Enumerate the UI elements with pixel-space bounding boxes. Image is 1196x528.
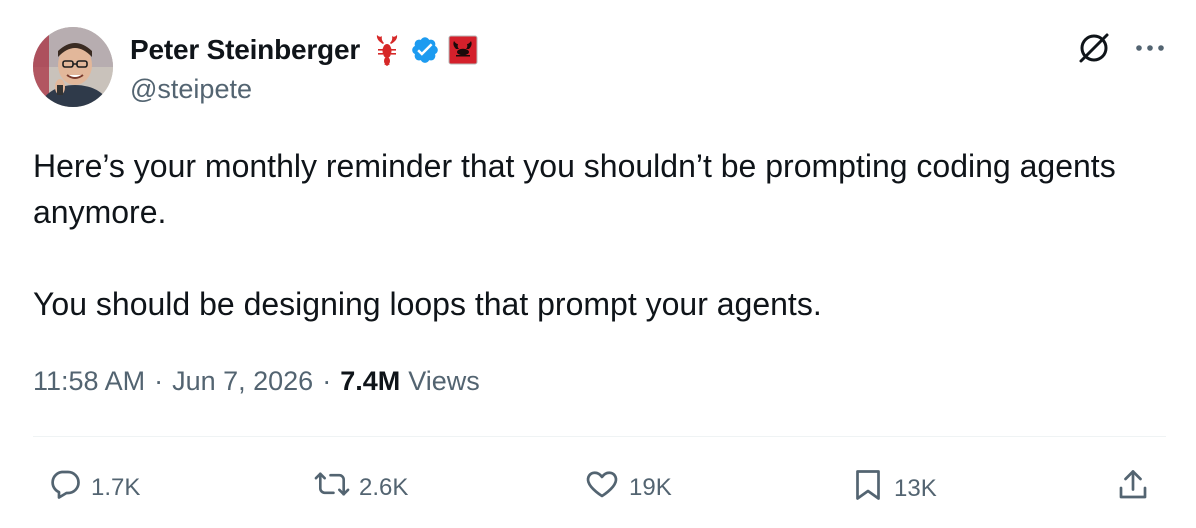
bookmark-count: 13K xyxy=(894,474,937,502)
divider xyxy=(33,436,1166,437)
avatar[interactable] xyxy=(33,27,113,107)
like-count: 19K xyxy=(629,473,672,501)
reply-count: 1.7K xyxy=(91,473,141,501)
views-count[interactable]: 7.4M xyxy=(340,366,400,397)
verified-badge-icon[interactable] xyxy=(410,35,440,65)
repost-count: 2.6K xyxy=(359,473,409,501)
tweet-text: Here’s your monthly reminder that you sh… xyxy=(33,143,1153,327)
meta-separator: · xyxy=(322,366,332,396)
more-options-icon[interactable] xyxy=(1134,42,1166,54)
bookmark-icon xyxy=(850,466,886,511)
affiliate-badge-icon[interactable] xyxy=(448,35,478,65)
avatar-image xyxy=(33,27,113,107)
views-label: Views xyxy=(408,366,480,396)
reply-icon xyxy=(47,466,83,509)
tweet-date[interactable]: Jun 7, 2026 xyxy=(172,366,313,397)
reply-button[interactable]: 1.7K xyxy=(47,466,140,509)
repost-button[interactable]: 2.6K xyxy=(313,466,408,509)
tweet-paragraph: You should be designing loops that promp… xyxy=(33,286,822,322)
heart-icon xyxy=(583,466,621,509)
meta-separator: · xyxy=(154,366,164,396)
author-handle[interactable]: @steipete xyxy=(130,74,252,105)
tweet-paragraph: Here’s your monthly reminder that you sh… xyxy=(33,148,1116,230)
lobster-emoji-icon xyxy=(372,34,402,66)
bookmark-button[interactable]: 13K xyxy=(850,466,937,511)
grok-icon[interactable] xyxy=(1074,28,1114,68)
author-name-row: Peter Steinberger xyxy=(130,30,478,70)
like-button[interactable]: 19K xyxy=(583,466,672,509)
tweet-top-actions xyxy=(1074,28,1166,68)
tweet-time[interactable]: 11:58 AM xyxy=(33,366,145,397)
repost-icon xyxy=(313,466,351,509)
tweet-meta: 11:58 AM · Jun 7, 2026 · 7.4M Views xyxy=(33,366,480,397)
share-button[interactable] xyxy=(1115,466,1151,511)
author-display-name[interactable]: Peter Steinberger xyxy=(130,34,360,66)
share-icon xyxy=(1115,466,1151,511)
